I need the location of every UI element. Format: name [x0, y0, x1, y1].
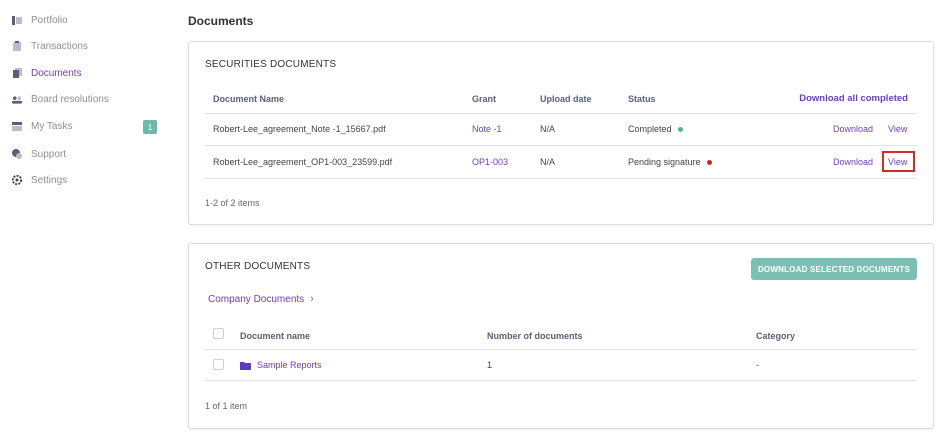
category-cell: -	[756, 360, 759, 370]
column-header-grant: Grant	[472, 94, 497, 104]
column-header-document-name: Document Name	[213, 94, 285, 104]
divider	[205, 349, 917, 350]
securities-documents-card: SECURITIES DOCUMENTS Document Name Grant…	[188, 41, 934, 225]
view-button[interactable]: View	[888, 157, 907, 167]
portfolio-icon	[12, 15, 22, 25]
download-button[interactable]: Download	[833, 124, 873, 134]
sidebar-item-label: Transactions	[31, 40, 88, 52]
documents-icon	[12, 68, 22, 78]
sidebar-item-label: Documents	[31, 67, 82, 79]
column-header-status: Status	[628, 94, 656, 104]
status-cell: Pending signature	[628, 157, 712, 167]
sidebar-item-board-resolutions[interactable]: Board resolutions	[12, 91, 109, 107]
card-title: OTHER DOCUMENTS	[205, 261, 311, 272]
divider	[205, 145, 917, 146]
breadcrumb[interactable]: Company Documents ›	[208, 293, 314, 305]
folder-link[interactable]: Sample Reports	[240, 360, 322, 370]
sidebar: Portfolio Transactions Documents Board r…	[0, 0, 170, 435]
sidebar-item-portfolio[interactable]: Portfolio	[12, 12, 68, 28]
upload-date-cell: N/A	[540, 124, 556, 134]
divider	[205, 113, 917, 114]
sidebar-item-transactions[interactable]: Transactions	[12, 38, 88, 54]
document-count-cell: 1	[487, 360, 493, 370]
column-header-category: Category	[756, 331, 796, 341]
column-header-upload-date: Upload date	[540, 94, 592, 104]
folder-name: Sample Reports	[257, 360, 322, 370]
sidebar-item-label: My Tasks	[31, 120, 73, 132]
pagination-summary: 1-2 of 2 items	[205, 198, 260, 208]
other-documents-card: OTHER DOCUMENTS DOWNLOAD SELECTED DOCUME…	[188, 243, 934, 429]
status-text: Completed	[628, 124, 672, 134]
status-completed-dot	[677, 127, 683, 133]
sidebar-item-documents[interactable]: Documents	[12, 65, 82, 81]
board-icon	[12, 94, 22, 104]
document-name-cell: Robert-Lee_agreement_OP1-003_23599.pdf	[213, 157, 393, 167]
status-text: Pending signature	[628, 157, 701, 167]
sidebar-item-settings[interactable]: Settings	[12, 172, 67, 188]
sidebar-item-label: Board resolutions	[31, 93, 109, 105]
view-button[interactable]: View	[888, 124, 907, 134]
download-selected-documents-button[interactable]: DOWNLOAD SELECTED DOCUMENTS	[751, 258, 917, 280]
divider	[205, 380, 917, 381]
status-pending-dot	[706, 160, 712, 166]
pagination-summary: 1 of 1 item	[205, 401, 248, 411]
document-name-cell: Robert-Lee_agreement_Note -1_15667.pdf	[213, 124, 386, 134]
chevron-right-icon: ›	[310, 293, 314, 305]
card-title: SECURITIES DOCUMENTS	[205, 59, 337, 70]
folder-icon	[240, 361, 251, 370]
sidebar-item-label: Settings	[31, 174, 68, 186]
page-title: Documents	[188, 14, 254, 28]
download-all-completed-link[interactable]: Download all completed	[799, 93, 908, 104]
column-header-number-of-documents: Number of documents	[487, 331, 583, 341]
breadcrumb-label: Company Documents	[208, 293, 305, 305]
row-checkbox[interactable]	[213, 359, 224, 370]
transactions-icon	[12, 41, 22, 51]
sidebar-item-my-tasks[interactable]: My Tasks	[12, 118, 73, 134]
column-header-document-name: Document name	[240, 331, 311, 341]
grant-link[interactable]: Note -1	[472, 124, 502, 134]
select-all-checkbox[interactable]	[213, 328, 224, 339]
status-cell: Completed	[628, 124, 683, 134]
sidebar-item-support[interactable]: Support	[12, 146, 66, 162]
sidebar-item-label: Support	[31, 148, 67, 160]
divider	[205, 178, 917, 179]
grant-link[interactable]: OP1-003	[472, 157, 508, 167]
tasks-count-badge: 1	[143, 120, 157, 134]
upload-date-cell: N/A	[540, 157, 556, 167]
tasks-icon	[12, 121, 22, 131]
sidebar-item-label: Portfolio	[31, 14, 68, 26]
settings-icon	[12, 175, 22, 185]
download-button[interactable]: Download	[833, 157, 873, 167]
support-icon	[12, 149, 22, 159]
